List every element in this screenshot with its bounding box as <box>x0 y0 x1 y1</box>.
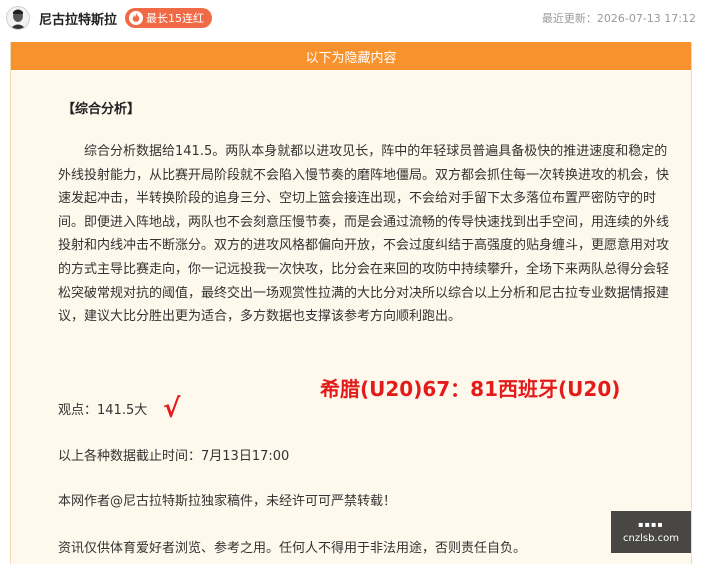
last-updated: 最近更新：2026-07-13 17:12 <box>541 12 696 25</box>
match-score: 希腊(U20)67：81西班牙(U20) <box>320 377 621 401</box>
author-name[interactable]: 尼古拉特斯拉 <box>39 9 117 28</box>
streak-badge: 最长15连红 <box>125 8 213 28</box>
check-mark-icon: √ <box>163 394 181 424</box>
flame-icon <box>129 11 144 25</box>
article-page: 尼古拉特斯拉 最长15连红 最近更新：2026-07-13 17:12 以下为隐… <box>0 0 702 564</box>
streak-badge-label: 最长15连红 <box>146 12 205 25</box>
hidden-content-box: 以下为隐藏内容 【综合分析】 综合分析数据给141.5。两队本身就都以进攻见长，… <box>10 42 692 564</box>
copyright-notice: 本网作者@尼古拉特斯拉独家稿件，未经许可可严禁转载！ <box>58 494 397 509</box>
portrait-icon <box>7 7 29 29</box>
site-watermark: ▪▪▪▪ cnzlsb.com <box>611 511 691 553</box>
data-cutoff-text: 以上各种数据截止时间：7月13日17:00 <box>58 449 290 464</box>
author-header: 尼古拉特斯拉 最长15连红 最近更新：2026-07-13 17:12 <box>0 0 702 36</box>
watermark-mark: ▪▪▪▪ <box>638 520 664 529</box>
disclaimer-text: 资讯仅供体育爱好者浏览、参考之用。任何人不得用于非法用途，否则责任自负。 <box>58 541 527 556</box>
hidden-content-bar: 以下为隐藏内容 <box>11 42 691 70</box>
opinion-text: 观点：141.5大 <box>58 403 148 418</box>
watermark-site: cnzlsb.com <box>623 533 679 544</box>
analysis-paragraph: 综合分析数据给141.5。两队本身就都以进攻见长，阵中的年轻球员普遍具备极快的推… <box>58 144 670 325</box>
avatar[interactable] <box>6 6 30 30</box>
section-title: 【综合分析】 <box>62 102 141 117</box>
